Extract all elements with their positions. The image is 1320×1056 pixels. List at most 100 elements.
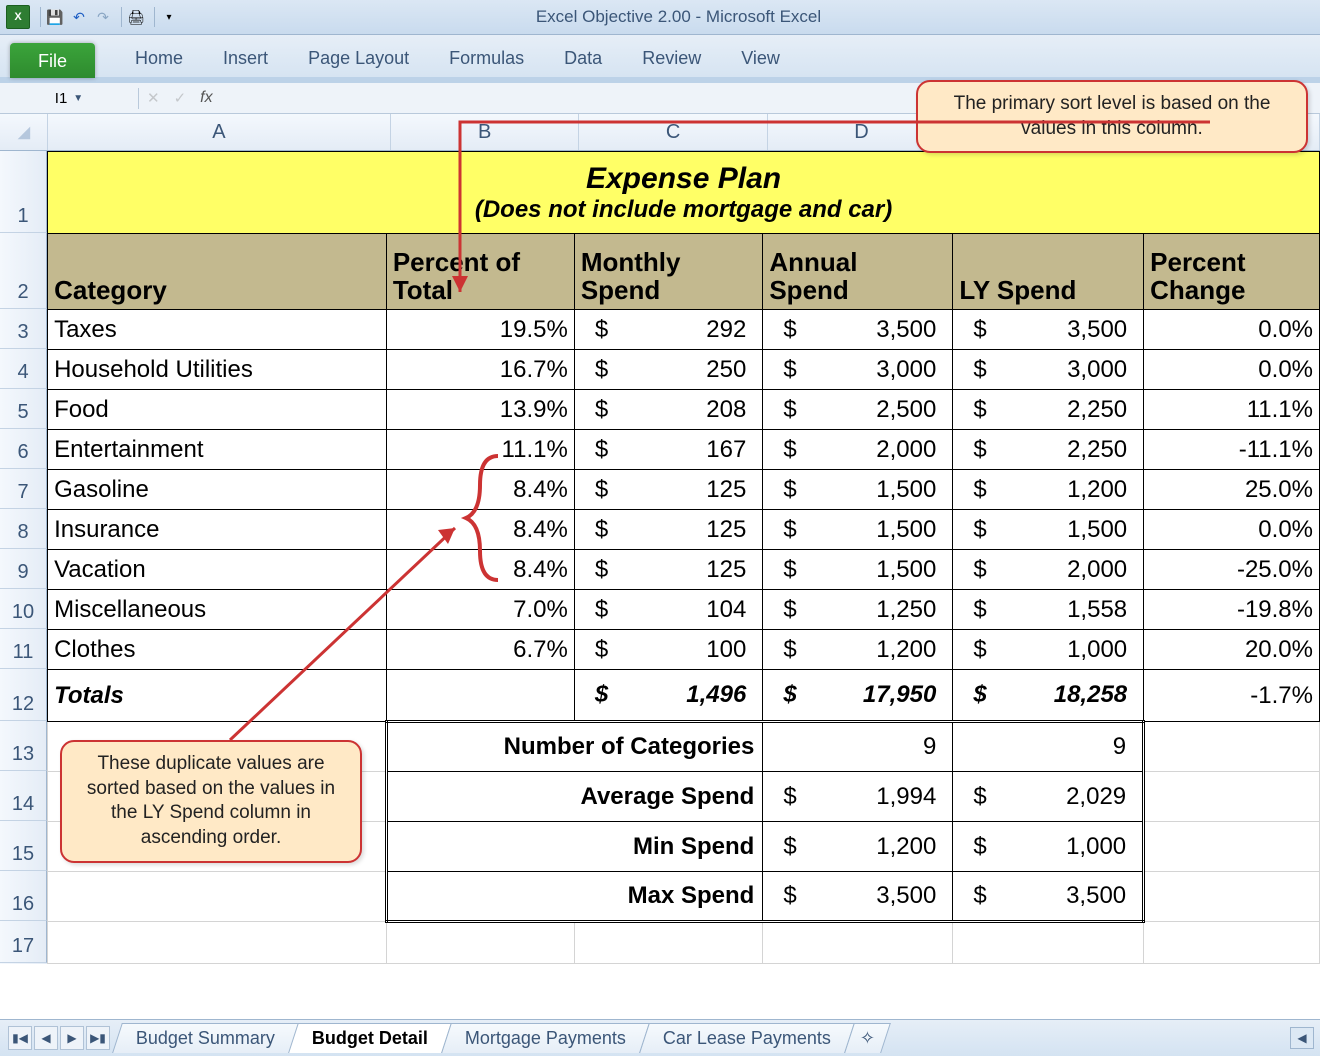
stats-label[interactable]: Max Spend [386, 872, 763, 922]
undo-icon[interactable]: ↶ [69, 7, 89, 27]
cell-pct[interactable]: 8.4% [386, 470, 574, 510]
cell-chg[interactable]: 25.0% [1144, 470, 1320, 510]
cell-category[interactable]: Vacation [48, 550, 387, 590]
row-header-8[interactable]: 8 [0, 509, 47, 549]
redo-icon[interactable]: ↷ [93, 7, 113, 27]
stats-label[interactable]: Number of Categories [386, 722, 763, 772]
tab-home[interactable]: Home [115, 40, 203, 77]
row-header-17[interactable]: 17 [0, 921, 47, 963]
name-box-dropdown-icon[interactable]: ▼ [73, 93, 83, 104]
cell-ann[interactable]: $1,250 [763, 590, 953, 630]
row-header-10[interactable]: 10 [0, 589, 47, 629]
cell-mon[interactable]: $250 [574, 350, 763, 390]
stats-d[interactable]: $1,994 [763, 772, 953, 822]
select-all-corner[interactable] [0, 114, 48, 150]
stats-label[interactable]: Min Spend [386, 822, 763, 872]
sheet-tab-car-lease-payments[interactable]: Car Lease Payments [639, 1023, 855, 1053]
cell-ly[interactable]: $3,000 [953, 350, 1144, 390]
cell-chg[interactable]: -11.1% [1144, 430, 1320, 470]
cell-mon[interactable]: $104 [574, 590, 763, 630]
tab-nav-next-icon[interactable]: ▶ [60, 1026, 84, 1050]
cell-category[interactable]: Miscellaneous [48, 590, 387, 630]
cell-chg[interactable]: 0.0% [1144, 310, 1320, 350]
stats-e[interactable]: $3,500 [953, 872, 1144, 922]
tab-formulas[interactable]: Formulas [429, 40, 544, 77]
cell-category[interactable]: Entertainment [48, 430, 387, 470]
row-header-2[interactable]: 2 [0, 233, 47, 309]
cell-ann[interactable]: $3,000 [763, 350, 953, 390]
stats-e[interactable]: $1,000 [953, 822, 1144, 872]
cell-ann[interactable]: $3,500 [763, 310, 953, 350]
sheet-tab-mortgage-payments[interactable]: Mortgage Payments [441, 1023, 650, 1053]
cell-ann[interactable]: $1,500 [763, 550, 953, 590]
row-header-6[interactable]: 6 [0, 429, 47, 469]
name-box[interactable]: I1 ▼ [0, 88, 139, 109]
cell-chg[interactable]: -25.0% [1144, 550, 1320, 590]
row-header-7[interactable]: 7 [0, 469, 47, 509]
cell-mon[interactable]: $125 [574, 470, 763, 510]
tab-nav-first-icon[interactable]: ▮◀ [8, 1026, 32, 1050]
print-icon[interactable]: 🖨 [126, 7, 146, 27]
col-header-a[interactable]: A [48, 114, 391, 150]
cell-chg[interactable]: 0.0% [1144, 350, 1320, 390]
cell-chg[interactable]: -19.8% [1144, 590, 1320, 630]
save-icon[interactable]: 💾 [45, 7, 65, 27]
cell-ly[interactable]: $1,558 [953, 590, 1144, 630]
stats-d[interactable]: $3,500 [763, 872, 953, 922]
row-header-9[interactable]: 9 [0, 549, 47, 589]
cell-chg[interactable]: 0.0% [1144, 510, 1320, 550]
cell-category[interactable]: Taxes [48, 310, 387, 350]
cell-ann[interactable]: $1,500 [763, 470, 953, 510]
cell-mon[interactable]: $208 [574, 390, 763, 430]
tab-page-layout[interactable]: Page Layout [288, 40, 429, 77]
cell-pct[interactable]: 16.7% [386, 350, 574, 390]
cell-mon[interactable]: $125 [574, 510, 763, 550]
sheet-tab-budget-summary[interactable]: Budget Summary [112, 1023, 299, 1053]
cell-pct[interactable]: 11.1% [386, 430, 574, 470]
tab-insert[interactable]: Insert [203, 40, 288, 77]
cell-chg[interactable]: 11.1% [1144, 390, 1320, 430]
stats-d[interactable]: 9 [763, 722, 953, 772]
row-header-13[interactable]: 13 [0, 721, 47, 771]
stats-e[interactable]: $2,029 [953, 772, 1144, 822]
cell-mon[interactable]: $125 [574, 550, 763, 590]
tab-view[interactable]: View [721, 40, 800, 77]
hscroll-left-icon[interactable]: ◀ [1290, 1027, 1314, 1049]
tab-review[interactable]: Review [622, 40, 721, 77]
row-header-11[interactable]: 11 [0, 629, 47, 669]
col-header-c[interactable]: C [579, 114, 767, 150]
row-header-12[interactable]: 12 [0, 669, 47, 721]
cell-chg[interactable]: 20.0% [1144, 630, 1320, 670]
tab-nav-last-icon[interactable]: ▶▮ [86, 1026, 110, 1050]
cell-ly[interactable]: $1,200 [953, 470, 1144, 510]
cell-pct[interactable]: 8.4% [386, 510, 574, 550]
cell-mon[interactable]: $167 [574, 430, 763, 470]
row-header-16[interactable]: 16 [0, 871, 47, 921]
row-header-1[interactable]: 1 [0, 151, 47, 233]
cell-ly[interactable]: $1,000 [953, 630, 1144, 670]
cell-category[interactable]: Household Utilities [48, 350, 387, 390]
cell-category[interactable]: Insurance [48, 510, 387, 550]
stats-e[interactable]: 9 [953, 722, 1144, 772]
cell-category[interactable]: Gasoline [48, 470, 387, 510]
cell-ann[interactable]: $2,500 [763, 390, 953, 430]
sheet-tab-budget-detail[interactable]: Budget Detail [288, 1023, 452, 1053]
cell-category[interactable]: Food [48, 390, 387, 430]
row-header-4[interactable]: 4 [0, 349, 47, 389]
stats-label[interactable]: Average Spend [386, 772, 763, 822]
row-header-3[interactable]: 3 [0, 309, 47, 349]
cell-pct[interactable]: 13.9% [386, 390, 574, 430]
cell-category[interactable]: Clothes [48, 630, 387, 670]
cell-ly[interactable]: $2,000 [953, 550, 1144, 590]
qat-customize-icon[interactable]: ▾ [159, 7, 179, 27]
row-header-14[interactable]: 14 [0, 771, 47, 821]
cell-ly[interactable]: $2,250 [953, 430, 1144, 470]
row-header-15[interactable]: 15 [0, 821, 47, 871]
cell-ly[interactable]: $2,250 [953, 390, 1144, 430]
cell-ann[interactable]: $1,500 [763, 510, 953, 550]
cell-pct[interactable]: 8.4% [386, 550, 574, 590]
tab-data[interactable]: Data [544, 40, 622, 77]
cell-ly[interactable]: $3,500 [953, 310, 1144, 350]
cell-pct[interactable]: 7.0% [386, 590, 574, 630]
cell-ly[interactable]: $1,500 [953, 510, 1144, 550]
